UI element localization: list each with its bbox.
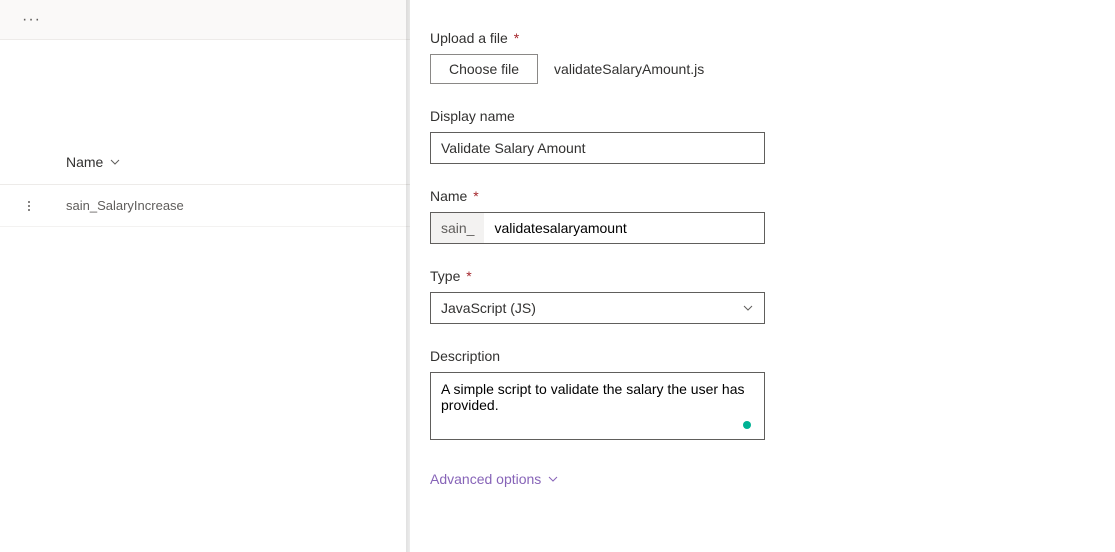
advanced-options-label: Advanced options (430, 471, 541, 487)
required-marker: * (473, 188, 478, 204)
type-select[interactable]: JavaScript (JS) (430, 292, 765, 324)
advanced-options-toggle[interactable]: Advanced options (430, 471, 559, 487)
column-header-label: Name (66, 154, 103, 170)
more-commands-button[interactable]: ··· (22, 12, 41, 28)
chevron-down-icon (742, 302, 754, 314)
row-more-button[interactable] (22, 199, 66, 213)
upload-field: Upload a file * Choose file validateSala… (430, 30, 765, 84)
chevron-down-icon (547, 473, 559, 485)
table-row[interactable]: sain_SalaryIncrease (0, 185, 410, 227)
row-name-cell: sain_SalaryIncrease (66, 198, 184, 213)
description-field: Description (430, 348, 765, 443)
type-label: Type * (430, 268, 765, 284)
type-field: Type * JavaScript (JS) (430, 268, 765, 324)
grammar-indicator-icon (743, 421, 751, 429)
display-name-input[interactable] (430, 132, 765, 164)
display-name-field: Display name (430, 108, 765, 164)
type-selected-value: JavaScript (JS) (441, 300, 536, 316)
column-header-name[interactable]: Name (0, 140, 410, 185)
display-name-label: Display name (430, 108, 765, 124)
description-textarea[interactable] (430, 372, 765, 440)
command-bar: ··· (0, 0, 410, 40)
name-label: Name * (430, 188, 765, 204)
selected-filename: validateSalaryAmount.js (554, 61, 704, 77)
name-input[interactable] (484, 213, 764, 243)
side-panel: Upload a file * Choose file validateSala… (410, 0, 1115, 552)
upload-label: Upload a file * (430, 30, 765, 46)
name-field: Name * sain_ (430, 188, 765, 244)
background-list-panel: ··· Name sain_SalaryIncrease (0, 0, 410, 552)
chevron-down-icon (109, 156, 121, 168)
required-marker: * (466, 268, 471, 284)
choose-file-button[interactable]: Choose file (430, 54, 538, 84)
name-prefix: sain_ (431, 213, 484, 243)
description-label: Description (430, 348, 765, 364)
required-marker: * (514, 30, 519, 46)
